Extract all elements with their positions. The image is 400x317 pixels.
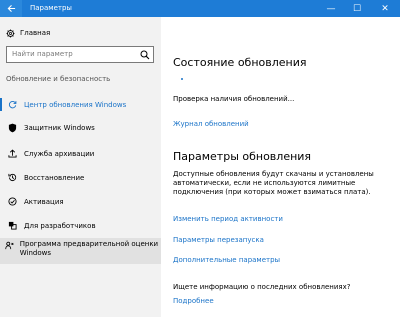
sidebar-item-backup[interactable]: Служба архивации <box>0 144 161 163</box>
back-arrow-icon <box>7 4 15 13</box>
update-settings-heading: Параметры обновления <box>173 150 312 163</box>
sidebar-item-label: Программа предварительной оценки Windows <box>19 240 159 257</box>
window-title: Параметры <box>30 4 72 12</box>
update-history-link[interactable]: Журнал обновлений <box>173 120 249 128</box>
advanced-options-link[interactable]: Дополнительные параметры <box>173 256 280 264</box>
active-hours-link[interactable]: Изменить период активности <box>173 215 283 223</box>
minimize-button[interactable]: — <box>318 0 344 17</box>
history-icon <box>0 173 24 182</box>
sidebar-item-label: Восстановление <box>24 173 85 182</box>
sidebar-item-label: Для разработчиков <box>24 221 96 230</box>
sidebar-item-label: Активация <box>24 197 64 206</box>
learn-more-link[interactable]: Подробнее <box>173 297 214 305</box>
maximize-button[interactable]: ☐ <box>344 0 370 17</box>
search-placeholder: Найти параметр <box>12 50 73 58</box>
update-status-heading: Состояние обновления <box>173 56 307 69</box>
sidebar-item-insider[interactable]: Программа предварительной оценки Windows <box>0 238 161 264</box>
sidebar-home-label: Главная <box>20 29 51 37</box>
update-status-text: Проверка наличия обновлений... <box>173 95 295 103</box>
sidebar-item-label: Защитник Windows <box>24 123 95 132</box>
sidebar-item-recovery[interactable]: Восстановление <box>0 168 161 187</box>
restart-options-link[interactable]: Параметры перезапуска <box>173 236 264 244</box>
latest-updates-question: Ищете информацию о последних обновлениях… <box>173 283 351 291</box>
sidebar-item-developers[interactable]: Для разработчиков <box>0 216 161 235</box>
check-circle-icon <box>0 197 24 206</box>
close-button[interactable]: ✕ <box>372 0 398 17</box>
sidebar-item-label: Служба архивации <box>24 149 95 158</box>
search-input[interactable]: Найти параметр <box>6 46 154 63</box>
sidebar-group-heading: Обновление и безопасность <box>6 75 111 83</box>
insider-icon <box>0 241 20 250</box>
gear-icon <box>6 28 20 38</box>
sidebar: Главная Найти параметр Обновление и безо… <box>0 17 161 317</box>
progress-dot <box>181 78 183 80</box>
search-icon[interactable] <box>140 50 150 60</box>
sidebar-item-windows-update[interactable]: Центр обновления Windows <box>0 95 161 114</box>
sidebar-item-activation[interactable]: Активация <box>0 192 161 211</box>
sidebar-item-label: Центр обновления Windows <box>24 100 127 109</box>
sidebar-item-defender[interactable]: Защитник Windows <box>0 118 161 137</box>
title-bar: Параметры — ☐ ✕ <box>0 0 400 17</box>
shield-icon <box>0 123 24 133</box>
developer-icon <box>0 221 24 230</box>
back-button[interactable] <box>0 0 22 17</box>
update-settings-description: Доступные обновления будут скачаны и уст… <box>173 170 374 196</box>
refresh-icon <box>0 100 24 109</box>
upload-icon <box>0 149 24 158</box>
sidebar-item-home[interactable]: Главная <box>6 26 50 40</box>
main-content: Состояние обновления Проверка наличия об… <box>161 17 400 317</box>
